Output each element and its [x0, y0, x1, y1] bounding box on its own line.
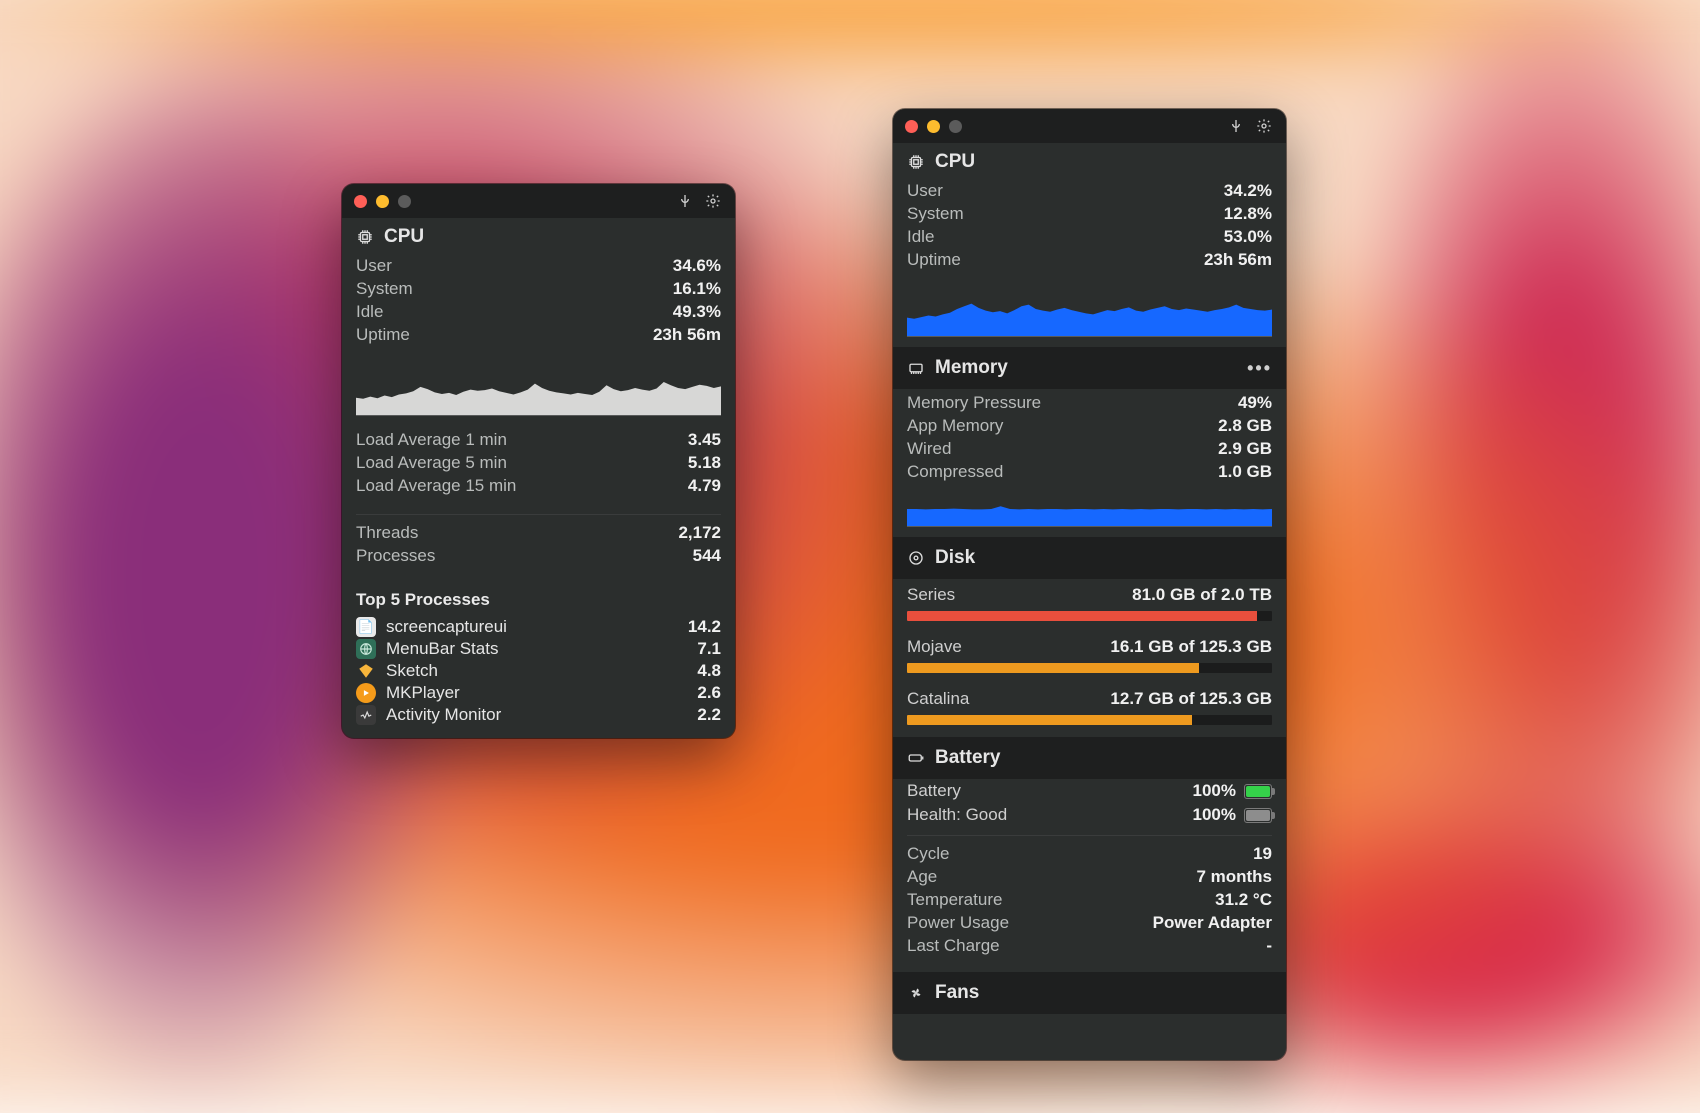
stat-row: System16.1%	[356, 279, 721, 299]
minimize-icon[interactable]	[376, 195, 389, 208]
stat-row: Load Average 15 min4.79	[356, 476, 721, 496]
section-title: CPU	[384, 226, 424, 248]
wallpaper	[0, 0, 1700, 1113]
disk-bar	[907, 663, 1272, 673]
traffic-lights	[905, 120, 962, 133]
cpu-graph	[907, 282, 1272, 337]
battery-health-icon	[1244, 808, 1272, 823]
cpu-stats: User34.6% System16.1% Idle49.3% Uptime23…	[342, 252, 735, 355]
process-list: 📄 screencaptureui 14.2 MenuBar Stats 7.1…	[342, 616, 735, 738]
disk-item[interactable]: Mojave16.1 GB of 125.3 GB	[893, 631, 1286, 683]
app-icon	[356, 661, 376, 681]
cpu-icon	[356, 228, 374, 246]
cpu-icon	[907, 153, 925, 171]
stat-row: Processes544	[356, 546, 721, 566]
stat-row: Uptime23h 56m	[907, 250, 1272, 270]
stat-row: Idle53.0%	[907, 227, 1272, 247]
stat-row: Uptime23h 56m	[356, 325, 721, 345]
cpu-detail-panel: CPU User34.6% System16.1% Idle49.3% Upti…	[342, 184, 735, 738]
pin-icon[interactable]	[675, 191, 695, 211]
gear-icon[interactable]	[1254, 116, 1274, 136]
battery-details: Cycle19 Age7 months Temperature31.2 °C P…	[893, 844, 1286, 966]
disk-bar	[907, 715, 1272, 725]
memory-icon	[907, 359, 925, 377]
process-row[interactable]: 📄 screencaptureui 14.2	[342, 616, 735, 638]
stat-row: Threads2,172	[356, 523, 721, 543]
stat-row: App Memory2.8 GB	[907, 416, 1272, 436]
load-stats: Load Average 1 min3.45 Load Average 5 mi…	[342, 426, 735, 506]
disk-bar	[907, 611, 1272, 621]
section-header-disk[interactable]: Disk	[893, 537, 1286, 579]
disk-item[interactable]: Series81.0 GB of 2.0 TB	[893, 579, 1286, 631]
gear-icon[interactable]	[703, 191, 723, 211]
traffic-lights	[354, 195, 411, 208]
stat-row: Memory Pressure49%	[907, 393, 1272, 413]
cpu-stats: User34.2% System12.8% Idle53.0% Uptime23…	[893, 177, 1286, 280]
pin-icon[interactable]	[1226, 116, 1246, 136]
memory-stats: Memory Pressure49% App Memory2.8 GB Wire…	[893, 389, 1286, 492]
process-row[interactable]: MKPlayer 2.6	[342, 682, 735, 704]
app-icon	[356, 639, 376, 659]
cpu-graph	[356, 361, 721, 416]
battery-level-icon	[1244, 784, 1272, 799]
stats-overview-panel: CPU User34.2% System12.8% Idle53.0% Upti…	[893, 109, 1286, 1060]
close-icon[interactable]	[905, 120, 918, 133]
battery-icon	[907, 749, 925, 767]
stat-row: System12.8%	[907, 204, 1272, 224]
battery-health-row: Health: Good 100%	[893, 803, 1286, 827]
stat-row: Power UsagePower Adapter	[907, 913, 1272, 933]
disk-item[interactable]: Catalina12.7 GB of 125.3 GB	[893, 683, 1286, 735]
stat-row: Wired2.9 GB	[907, 439, 1272, 459]
section-header-cpu[interactable]: CPU	[893, 143, 1286, 177]
top-processes-heading: Top 5 Processes	[342, 576, 735, 616]
stat-row: User34.2%	[907, 181, 1272, 201]
stat-row: Cycle19	[907, 844, 1272, 864]
disk-icon	[907, 549, 925, 567]
memory-graph	[907, 492, 1272, 527]
stat-row: Age7 months	[907, 867, 1272, 887]
app-icon: 📄	[356, 617, 376, 637]
section-title: Memory	[935, 357, 1008, 379]
stat-row: Idle49.3%	[356, 302, 721, 322]
divider	[356, 514, 721, 515]
thread-stats: Threads2,172 Processes544	[342, 523, 735, 576]
section-title: Fans	[935, 982, 979, 1004]
fan-icon	[907, 984, 925, 1002]
app-icon	[356, 705, 376, 725]
stat-row: Load Average 1 min3.45	[356, 430, 721, 450]
section-title: CPU	[935, 151, 975, 173]
titlebar	[893, 109, 1286, 143]
titlebar	[342, 184, 735, 218]
process-row[interactable]: Activity Monitor 2.2	[342, 704, 735, 726]
stat-row: Temperature31.2 °C	[907, 890, 1272, 910]
process-row[interactable]: Sketch 4.8	[342, 660, 735, 682]
minimize-icon[interactable]	[927, 120, 940, 133]
stat-row: Compressed1.0 GB	[907, 462, 1272, 482]
zoom-icon[interactable]	[398, 195, 411, 208]
battery-level-row: Battery 100%	[893, 779, 1286, 803]
close-icon[interactable]	[354, 195, 367, 208]
section-title: Battery	[935, 747, 1000, 769]
section-header-battery[interactable]: Battery	[893, 737, 1286, 779]
more-icon[interactable]: •••	[1247, 359, 1272, 377]
stat-row: User34.6%	[356, 256, 721, 276]
section-header-cpu: CPU	[342, 218, 735, 252]
section-title: Disk	[935, 547, 975, 569]
app-icon	[356, 683, 376, 703]
section-header-fans[interactable]: Fans	[893, 972, 1286, 1014]
process-row[interactable]: MenuBar Stats 7.1	[342, 638, 735, 660]
section-header-memory[interactable]: Memory •••	[893, 347, 1286, 389]
stat-row: Last Charge-	[907, 936, 1272, 956]
divider	[907, 835, 1272, 836]
stat-row: Load Average 5 min5.18	[356, 453, 721, 473]
zoom-icon[interactable]	[949, 120, 962, 133]
